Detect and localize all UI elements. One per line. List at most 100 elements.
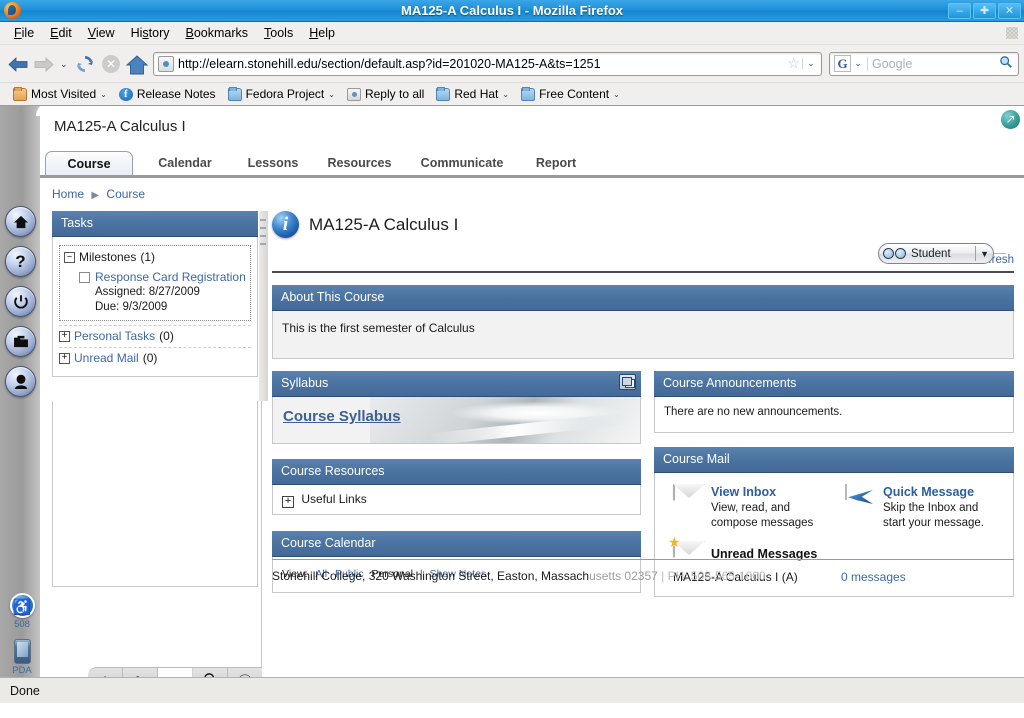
pda-label: PDA (6, 665, 38, 676)
quick-message-action[interactable]: Quick Message Skip the Inbox and start y… (845, 485, 1003, 530)
menu-bookmarks[interactable]: Bookmarks (178, 24, 257, 42)
url-dropdown-icon[interactable]: ⌄ (802, 58, 819, 69)
url-bar[interactable]: http://elearn.stonehill.edu/section/defa… (153, 52, 822, 76)
google-engine-icon[interactable]: G (834, 55, 851, 72)
restore-window-icon[interactable] (619, 374, 636, 390)
announcements-header: Course Announcements (654, 371, 1014, 397)
menu-tools[interactable]: Tools (256, 24, 301, 42)
tab-calendar[interactable]: Calendar (140, 151, 230, 175)
tasks-panel-title: Tasks (61, 216, 93, 231)
bookmark-reply-to-all[interactable]: Reply to all (342, 86, 429, 102)
bookmark-fedora-project[interactable]: Fedora Project ⌄ (223, 86, 340, 102)
menu-help[interactable]: Help (301, 24, 343, 42)
personal-tasks-group[interactable]: + Personal Tasks (0) (59, 329, 251, 343)
quick-message-link[interactable]: Quick Message (883, 485, 1003, 500)
url-input[interactable]: http://elearn.stonehill.edu/section/defa… (178, 57, 785, 71)
menu-bar: File Edit View History Bookmarks Tools H… (0, 22, 1024, 45)
expand-toggle-icon[interactable]: + (282, 496, 294, 508)
bookmark-release-notes[interactable]: f Release Notes (114, 86, 221, 102)
unread-mail-link[interactable]: Unread Mail (74, 351, 139, 365)
bottom-tool-whats-new[interactable]: ✎ (123, 668, 158, 677)
view-inbox-link[interactable]: View Inbox (711, 485, 831, 500)
bottom-tool-map[interactable]: ✡ (88, 668, 123, 677)
minimize-button[interactable]: – (948, 3, 971, 19)
recent-pages-dropdown[interactable]: ⌄ (57, 51, 72, 77)
bookmark-most-visited[interactable]: Most Visited ⌄ (8, 86, 112, 102)
tab-communicate[interactable]: Communicate (406, 151, 518, 175)
stop-button[interactable]: ✕ (98, 51, 124, 77)
chevron-down-icon: ⌄ (502, 90, 509, 99)
bookmark-red-hat[interactable]: Red Hat ⌄ (431, 86, 514, 102)
forward-button[interactable] (31, 51, 57, 77)
rail-help-button[interactable]: ? (5, 246, 36, 277)
menu-file[interactable]: File (6, 24, 42, 42)
pen-banner-image (370, 397, 640, 444)
search-engine-dropdown-icon[interactable]: ⌄ (851, 58, 865, 69)
personal-tasks-link[interactable]: Personal Tasks (74, 329, 155, 343)
unread-mail-group[interactable]: + Unread Mail (0) (59, 351, 251, 365)
search-magnifier-icon[interactable] (996, 55, 1016, 72)
course-resources-body: + Useful Links (272, 485, 641, 515)
bookmark-star-icon[interactable]: ☆ (785, 55, 802, 72)
syllabus-title: Syllabus (281, 376, 328, 391)
magnifier-glyph (203, 672, 218, 677)
tab-course[interactable]: Course (45, 151, 133, 175)
bottom-tool-search[interactable] (193, 668, 228, 677)
expand-page-button[interactable]: ↗ (1001, 110, 1020, 129)
rail-files-button[interactable] (5, 326, 36, 357)
milestone-link[interactable]: Response Card Registration (95, 270, 246, 284)
about-course-title: About This Course (281, 290, 384, 305)
bookmark-label: Free Content (539, 87, 609, 101)
milestone-due-date: Due: 9/3/2009 (95, 300, 246, 315)
expand-toggle-icon[interactable]: + (59, 331, 70, 342)
folder-blue-icon (521, 88, 535, 101)
tab-lessons[interactable]: Lessons (233, 151, 313, 175)
chevron-down-icon: ⌄ (328, 90, 335, 99)
unread-message-count[interactable]: 0 messages (841, 570, 906, 584)
envelope-star-icon (673, 542, 703, 566)
pda-link[interactable]: PDA (6, 639, 38, 676)
close-button[interactable]: ✕ (998, 3, 1021, 19)
course-mail-title: Course Mail (663, 452, 730, 467)
role-selector[interactable]: Student ▼ (878, 243, 994, 264)
chevron-down-icon: ⌄ (100, 90, 107, 99)
breadcrumb-home[interactable]: Home (52, 187, 84, 201)
search-input[interactable]: Google (867, 57, 996, 71)
rail-home-button[interactable] (5, 206, 36, 237)
syllabus-header: Syllabus (272, 371, 641, 397)
back-button[interactable] (5, 51, 31, 77)
menu-view[interactable]: View (80, 24, 123, 42)
rail-logout-button[interactable] (5, 286, 36, 317)
course-syllabus-link[interactable]: Course Syllabus (283, 408, 401, 425)
folder-blue-icon (228, 88, 242, 101)
useful-links-label[interactable]: Useful Links (301, 492, 366, 506)
tasks-scrollbar[interactable] (259, 211, 268, 401)
tab-report[interactable]: Report (518, 151, 594, 175)
menu-history[interactable]: History (123, 24, 178, 42)
view-inbox-description: View, read, and compose messages (711, 502, 813, 529)
site-identity-icon[interactable] (158, 56, 174, 72)
breadcrumb-course[interactable]: Course (106, 187, 145, 201)
reload-button[interactable] (72, 51, 98, 77)
search-bar[interactable]: G ⌄ Google (829, 52, 1019, 76)
bottom-tool-tasks[interactable]: ✔ (158, 668, 193, 677)
about-course-text: This is the first semester of Calculus (282, 321, 475, 335)
course-tab-bar: Course Calendar Lessons Resources Commun… (40, 153, 1024, 178)
role-pill-divider (975, 246, 976, 261)
folder-orange-icon (13, 88, 27, 101)
rail-user-button[interactable] (5, 366, 36, 397)
collapse-toggle-icon[interactable]: – (64, 252, 75, 263)
chevron-down-icon[interactable]: ▼ (980, 249, 989, 259)
expand-toggle-icon[interactable]: + (59, 353, 70, 364)
bottom-tool-about[interactable]: ⓘ (228, 668, 262, 677)
maximize-button[interactable]: ✚ (973, 3, 996, 19)
tab-resources[interactable]: Resources (312, 151, 407, 175)
home-icon (126, 55, 148, 75)
bookmark-free-content[interactable]: Free Content ⌄ (516, 86, 625, 102)
home-button[interactable] (124, 51, 150, 77)
accessibility-508-label: 508 (6, 619, 38, 630)
milestone-checkbox[interactable] (79, 272, 90, 283)
view-inbox-action[interactable]: View Inbox View, read, and compose messa… (673, 485, 831, 530)
accessibility-508-link[interactable]: ♿ 508 (6, 593, 38, 630)
menu-edit[interactable]: Edit (42, 24, 80, 42)
